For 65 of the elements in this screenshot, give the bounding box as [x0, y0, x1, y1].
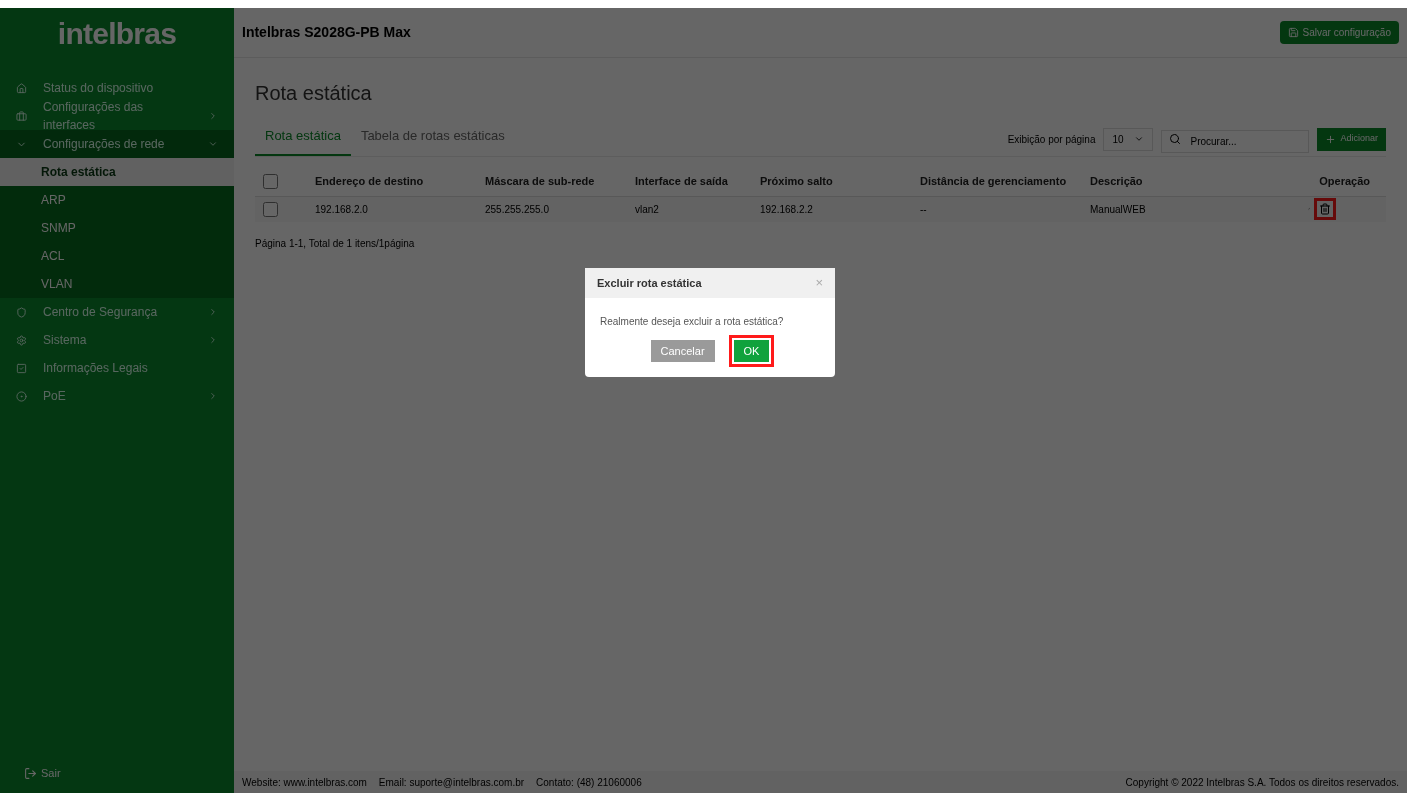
submenu-item[interactable]: VLAN — [0, 270, 234, 298]
chevron-down-icon — [1134, 134, 1145, 144]
table-cell-text: -- — [920, 202, 928, 217]
sidebar-item[interactable]: Informações Legais — [0, 354, 234, 382]
sidebar-item[interactable]: PoE — [0, 382, 234, 410]
menu-icon — [16, 362, 27, 374]
tab[interactable]: Tabela de rotas estáticas — [350, 126, 515, 156]
page-title: Rota estática — [255, 81, 373, 106]
chevron-down-icon — [208, 139, 218, 149]
table-cell-text: 192.168.2.0 — [315, 202, 369, 217]
dialog-title: Excluir rota estática — [597, 275, 702, 291]
search-field[interactable]: Procurar... — [1161, 129, 1310, 153]
delete-button[interactable] — [1314, 198, 1336, 220]
submenu-item[interactable]: SNMP — [0, 214, 234, 242]
logout-icon — [24, 766, 37, 780]
table-cell-text: 192.168.2.2 — [760, 202, 814, 217]
column-header: Endereço de destino — [315, 173, 425, 189]
column-header: Distância de gerenciamento — [920, 173, 1068, 189]
per-page-label: Exibição por página — [1007, 132, 1096, 147]
column-header: Interface de saída — [635, 173, 729, 189]
menu-icon — [16, 334, 27, 346]
save-button[interactable]: Salvar configuração — [1279, 21, 1399, 44]
menu-icon — [16, 110, 27, 122]
close-button[interactable]: × — [815, 273, 823, 293]
device-title: Intelbras S2028G-PB Max — [242, 23, 411, 42]
dialog-message: Realmente deseja excluir a rota estática? — [599, 315, 785, 329]
chevron-right-icon — [208, 111, 218, 121]
menu-icon — [16, 82, 27, 94]
submenu-item[interactable]: ARP — [0, 186, 234, 214]
sidebar-item[interactable]: Configurações de rede — [0, 130, 234, 158]
add-button[interactable]: Adicionar — [1317, 127, 1386, 151]
trash-icon — [1319, 203, 1331, 215]
column-header: Máscara de sub-rede — [485, 173, 596, 189]
column-header: Descrição — [1090, 173, 1144, 189]
checkbox[interactable] — [263, 201, 278, 217]
save-icon — [1287, 27, 1299, 38]
plus-icon — [1325, 133, 1337, 145]
table-cell-text: vlan2 — [635, 202, 660, 217]
tab[interactable]: Rota estática — [255, 126, 351, 156]
table-cell-text: ManualWEB — [1090, 202, 1147, 217]
search-icon — [1169, 132, 1182, 145]
logo: intelbras — [56, 15, 178, 52]
pagination-info: Página 1-1, Total de 1 itens/1página — [255, 236, 416, 251]
chevron-right-icon — [208, 335, 218, 345]
sidebar-item[interactable]: Centro de Segurança — [0, 298, 234, 326]
menu-icon — [16, 390, 27, 402]
footer-text: Website: www.intelbras.com — [242, 775, 367, 790]
chevron-right-icon — [208, 391, 218, 401]
sidebar-item[interactable]: Configurações das interfaces — [0, 102, 234, 130]
sidebar-item[interactable]: Sistema — [0, 326, 234, 354]
table-cell-text: 255.255.255.0 — [485, 202, 550, 217]
per-page-select[interactable]: 10 — [1103, 127, 1154, 151]
sidebar-item[interactable]: Status do dispositivo — [0, 74, 234, 102]
submenu-item[interactable]: ACL — [0, 242, 234, 270]
copyright-text: Copyright © 2022 Intelbras S.A. Todos os direitos reservados. — [1125, 775, 1399, 790]
submenu-item[interactable]: Rota estática — [0, 158, 234, 186]
logout-button[interactable]: Sair — [24, 764, 61, 782]
column-header: Próximo salto — [760, 173, 834, 189]
footer-text: Email: suporte@intelbras.com.br — [378, 775, 525, 790]
column-header: Operação — [1318, 173, 1371, 189]
checkbox[interactable] — [263, 173, 278, 189]
chevron-right-icon — [208, 307, 218, 317]
footer-text: Contato: (48) 21060006 — [536, 775, 642, 790]
menu-icon — [16, 306, 27, 318]
ok-button[interactable]: OK — [728, 335, 775, 367]
